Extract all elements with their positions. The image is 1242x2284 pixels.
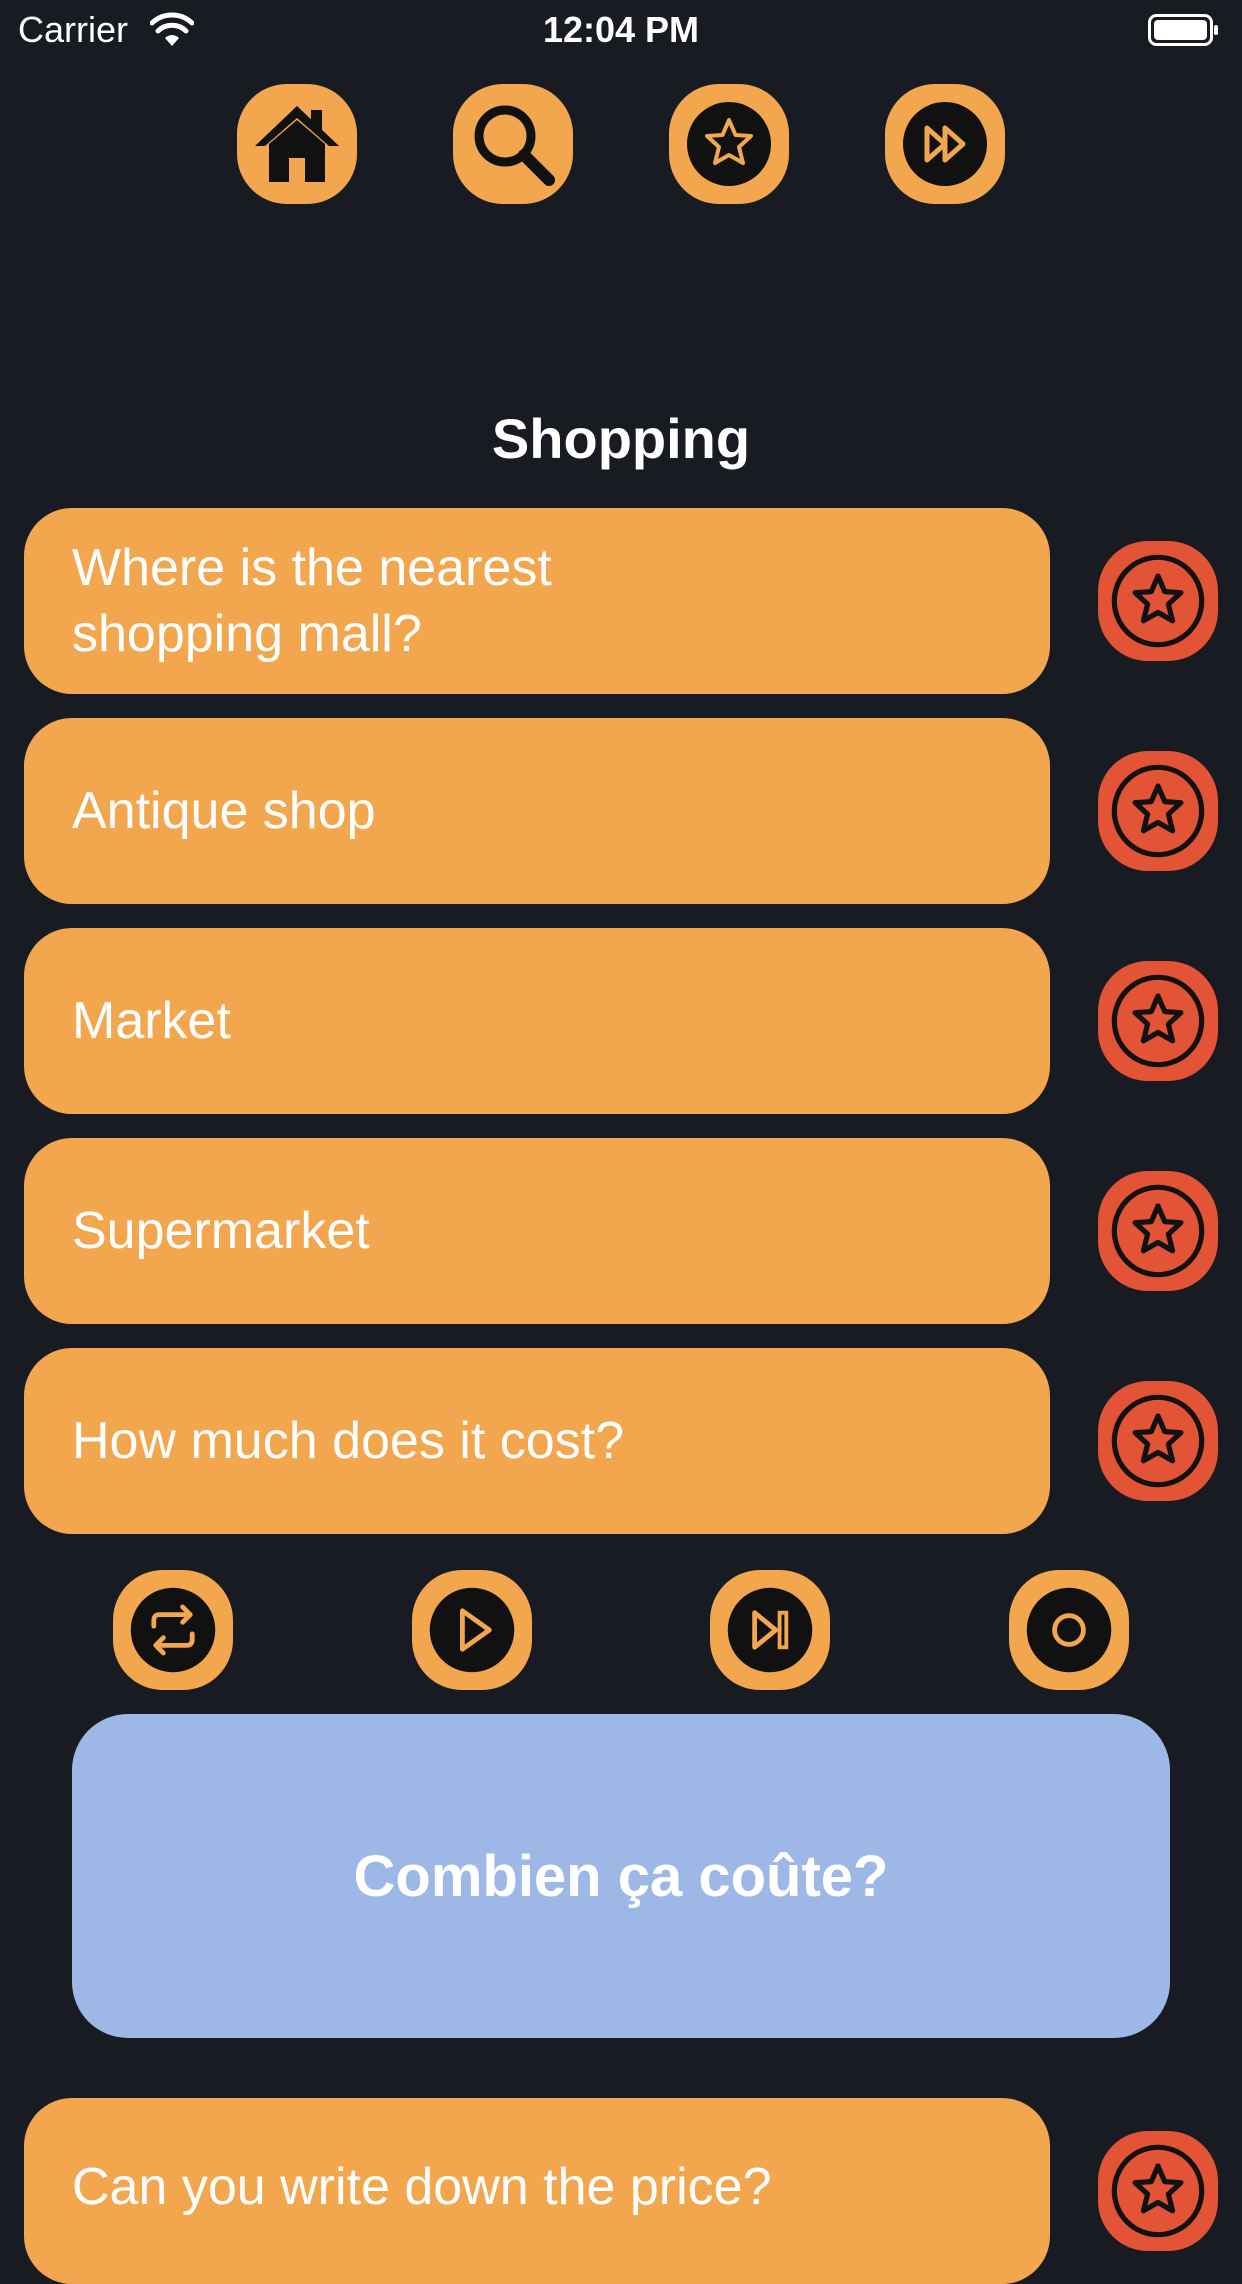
phrase-row[interactable]: Where is the nearest shopping mall? bbox=[24, 508, 1050, 694]
favorite-button[interactable] bbox=[1098, 751, 1218, 871]
star-icon bbox=[1111, 2144, 1205, 2238]
phrase-text: How much does it cost? bbox=[72, 1412, 625, 1470]
phrase-row[interactable]: Market bbox=[24, 928, 1050, 1114]
status-bar: Carrier 12:04 PM bbox=[0, 0, 1242, 60]
favorite-button[interactable] bbox=[1098, 541, 1218, 661]
phrase-text: Can you write down the price? bbox=[72, 2158, 772, 2216]
skip-next-icon bbox=[727, 1587, 813, 1673]
phrase-row[interactable]: How much does it cost? bbox=[24, 1348, 1050, 1534]
record-button[interactable] bbox=[1009, 1570, 1129, 1690]
star-icon bbox=[687, 102, 771, 186]
clock: 12:04 PM bbox=[542, 9, 700, 50]
star-icon bbox=[1111, 1184, 1205, 1278]
favorites-button[interactable] bbox=[669, 84, 789, 204]
star-icon bbox=[1111, 974, 1205, 1068]
phrase-text: Supermarket bbox=[72, 1202, 370, 1260]
home-icon bbox=[255, 106, 339, 182]
phrase-row[interactable]: Supermarket bbox=[24, 1138, 1050, 1324]
skip-next-button[interactable] bbox=[710, 1570, 830, 1690]
star-icon bbox=[1111, 1394, 1205, 1488]
translation-card[interactable]: Combien ça coûte? bbox=[72, 1714, 1170, 2038]
favorite-button[interactable] bbox=[1098, 2131, 1218, 2251]
fast-forward-icon bbox=[903, 102, 987, 186]
search-button[interactable] bbox=[453, 84, 573, 204]
repeat-icon bbox=[130, 1587, 216, 1673]
favorite-button[interactable] bbox=[1098, 1381, 1218, 1501]
phrase-text: Antique shop bbox=[72, 782, 376, 840]
battery-icon bbox=[1148, 14, 1218, 46]
phrase-text: Market bbox=[72, 992, 231, 1050]
section-title: Shopping bbox=[491, 407, 751, 470]
favorite-button[interactable] bbox=[1098, 1171, 1218, 1291]
star-icon bbox=[1111, 554, 1205, 648]
search-icon bbox=[474, 105, 555, 186]
translation-text: Combien ça coûte? bbox=[353, 1843, 889, 1909]
phrase-text: Where is the nearest shopping mall? bbox=[72, 539, 552, 663]
repeat-button[interactable] bbox=[113, 1570, 233, 1690]
fast-forward-button[interactable] bbox=[885, 84, 1005, 204]
home-button[interactable] bbox=[237, 84, 357, 204]
phrase-row[interactable]: Can you write down the price? bbox=[24, 2098, 1050, 2284]
play-icon bbox=[429, 1587, 515, 1673]
phrase-row[interactable]: Antique shop bbox=[24, 718, 1050, 904]
record-icon bbox=[1026, 1587, 1112, 1673]
star-icon bbox=[1111, 764, 1205, 858]
play-button[interactable] bbox=[412, 1570, 532, 1690]
favorite-button[interactable] bbox=[1098, 961, 1218, 1081]
